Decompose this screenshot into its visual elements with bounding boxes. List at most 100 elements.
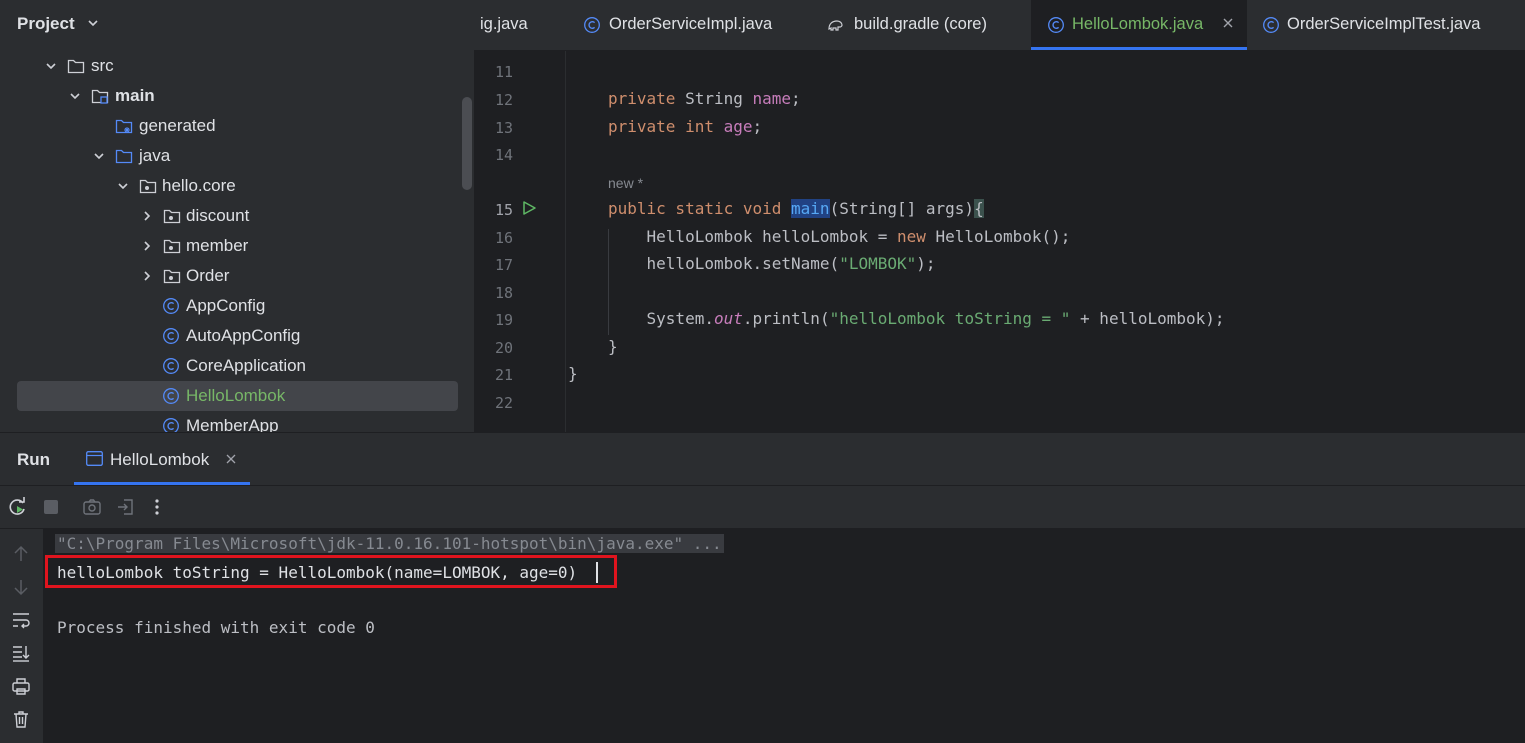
arrow-up-icon[interactable] <box>11 544 31 564</box>
scroll-to-end-icon[interactable] <box>11 643 31 663</box>
tree-item-appconfig[interactable]: AppConfig <box>0 292 474 320</box>
tree-item-member[interactable]: member <box>0 232 474 260</box>
trash-icon[interactable] <box>11 709 31 729</box>
line-number: 13 <box>494 119 513 137</box>
java-class-icon <box>163 298 179 314</box>
run-header: Run HelloLombok <box>0 433 1525 486</box>
code-line-18[interactable]: 18 <box>474 278 1525 305</box>
editor-tab-bar: ig.java OrderServiceImpl.java build.grad… <box>474 0 1525 51</box>
code-line-20[interactable]: 20 } <box>474 333 1525 360</box>
run-tab-hellolombok[interactable]: HelloLombok <box>74 433 250 485</box>
tree-item-label: discount <box>186 206 250 225</box>
line-number: 18 <box>494 284 513 302</box>
run-tab-label: HelloLombok <box>110 450 210 469</box>
tree-item-autoappconfig[interactable]: AutoAppConfig <box>0 322 474 350</box>
gradle-elephant-icon <box>828 20 843 31</box>
line-number: 11 <box>494 63 513 81</box>
line-number: 22 <box>494 394 513 412</box>
tree-item-label: CoreApplication <box>186 356 307 375</box>
rerun-icon[interactable] <box>8 497 28 517</box>
chevron-down-icon[interactable] <box>44 59 58 73</box>
tree-item-coreapplication[interactable]: CoreApplication <box>0 352 474 380</box>
arrow-down-icon[interactable] <box>11 577 31 597</box>
line-number: 16 <box>494 229 513 247</box>
tree-item-label: HelloLombok <box>186 386 286 405</box>
tree-item-java[interactable]: java <box>0 142 474 170</box>
code-line-15[interactable]: 15 public static void main(String[] args… <box>474 195 1525 222</box>
tree-item-label: generated <box>139 116 216 135</box>
console-output[interactable]: "C:\Program Files\Microsoft\jdk-11.0.16.… <box>43 529 1525 743</box>
line-number: 20 <box>494 339 513 357</box>
code-line-21[interactable]: 21 } <box>474 360 1525 387</box>
line-number: 21 <box>494 366 513 384</box>
tree-item-label: hello.core <box>162 176 236 195</box>
code-text: System.out.println("helloLombok toString… <box>608 309 1225 328</box>
console-command-line[interactable]: "C:\Program Files\Microsoft\jdk-11.0.16.… <box>55 534 724 553</box>
tab-build-gradle[interactable]: build.gradle (core) <box>811 0 1011 50</box>
line-number: 15 <box>494 201 513 219</box>
close-icon[interactable] <box>1221 16 1235 30</box>
run-toolbar <box>0 486 1525 529</box>
code-line-22[interactable]: 22 <box>474 388 1525 415</box>
tree-item-label: main <box>115 86 155 105</box>
code-line-14[interactable]: 14 <box>474 140 1525 167</box>
more-options-icon[interactable] <box>147 497 167 517</box>
project-title[interactable]: Project <box>17 14 75 34</box>
tab-hellolombok-java[interactable]: HelloLombok.java <box>1031 0 1247 50</box>
source-root-folder-icon <box>91 89 109 104</box>
tree-item-label: java <box>139 146 171 165</box>
active-tab-indicator <box>1031 47 1247 50</box>
chevron-down-icon[interactable] <box>68 89 82 103</box>
code-line-11[interactable]: 11 <box>474 57 1525 84</box>
generated-sources-folder-icon <box>115 119 133 134</box>
package-icon <box>163 239 181 254</box>
code-line-13[interactable]: 13 private int age; <box>474 113 1525 140</box>
tree-item-memberapp[interactable]: MemberApp <box>0 412 474 432</box>
tree-scrollbar[interactable] <box>462 97 472 190</box>
tree-item-src[interactable]: src <box>0 52 474 80</box>
tree-item-label: AppConfig <box>186 296 266 315</box>
package-icon <box>163 209 181 224</box>
soft-wrap-icon[interactable] <box>11 610 31 630</box>
tree-item-generated[interactable]: generated <box>0 112 474 140</box>
tab-orderserviceimpl-java[interactable]: OrderServiceImpl.java <box>566 0 791 50</box>
code-line-17[interactable]: 17 helloLombok.setName("LOMBOK"); <box>474 250 1525 277</box>
chevron-down-icon[interactable] <box>116 179 130 193</box>
java-class-icon <box>1263 17 1279 33</box>
tab-appconfig-java[interactable]: ig.java <box>474 0 564 50</box>
code-editor[interactable]: 11 12 private String name; 13 private in… <box>474 51 1525 432</box>
run-gutter-icon[interactable] <box>521 200 537 216</box>
chevron-right-icon[interactable] <box>140 209 154 223</box>
code-line-19[interactable]: 19 System.out.println("helloLombok toStr… <box>474 305 1525 332</box>
print-icon[interactable] <box>11 676 31 696</box>
chevron-right-icon[interactable] <box>140 269 154 283</box>
line-number: 19 <box>494 311 513 329</box>
tree-item-hello-core[interactable]: hello.core <box>0 172 474 200</box>
project-header[interactable]: Project <box>0 0 474 50</box>
author-hint[interactable]: new * <box>608 175 643 191</box>
chevron-right-icon[interactable] <box>140 239 154 253</box>
code-vision-hint[interactable]: new * <box>474 168 1525 195</box>
tree-item-hellolombok[interactable]: HelloLombok <box>0 381 474 411</box>
stop-icon[interactable] <box>41 497 61 517</box>
java-class-icon <box>163 418 179 432</box>
close-icon[interactable] <box>225 453 237 465</box>
tree-item-label: src <box>91 56 114 75</box>
camera-icon[interactable] <box>82 497 102 517</box>
tab-orderserviceimpltest-java[interactable]: OrderServiceImplTest.java <box>1247 0 1525 50</box>
chevron-down-icon[interactable] <box>92 149 106 163</box>
chevron-down-icon[interactable] <box>86 16 100 30</box>
exit-icon[interactable] <box>116 497 136 517</box>
project-tool-window: Project src main generated java hello.co… <box>0 0 474 432</box>
tab-label: ig.java <box>480 15 528 33</box>
tab-label: OrderServiceImpl.java <box>609 15 773 33</box>
code-line-16[interactable]: 16 HelloLombok helloLombok = new HelloLo… <box>474 223 1525 250</box>
code-text: } <box>608 337 618 356</box>
line-number: 12 <box>494 91 513 109</box>
tab-label: HelloLombok.java <box>1072 15 1204 33</box>
tree-item-main[interactable]: main <box>0 82 474 110</box>
tree-item-order[interactable]: Order <box>0 262 474 290</box>
sources-folder-icon <box>115 149 133 164</box>
code-line-12[interactable]: 12 private String name; <box>474 85 1525 112</box>
tree-item-discount[interactable]: discount <box>0 202 474 230</box>
